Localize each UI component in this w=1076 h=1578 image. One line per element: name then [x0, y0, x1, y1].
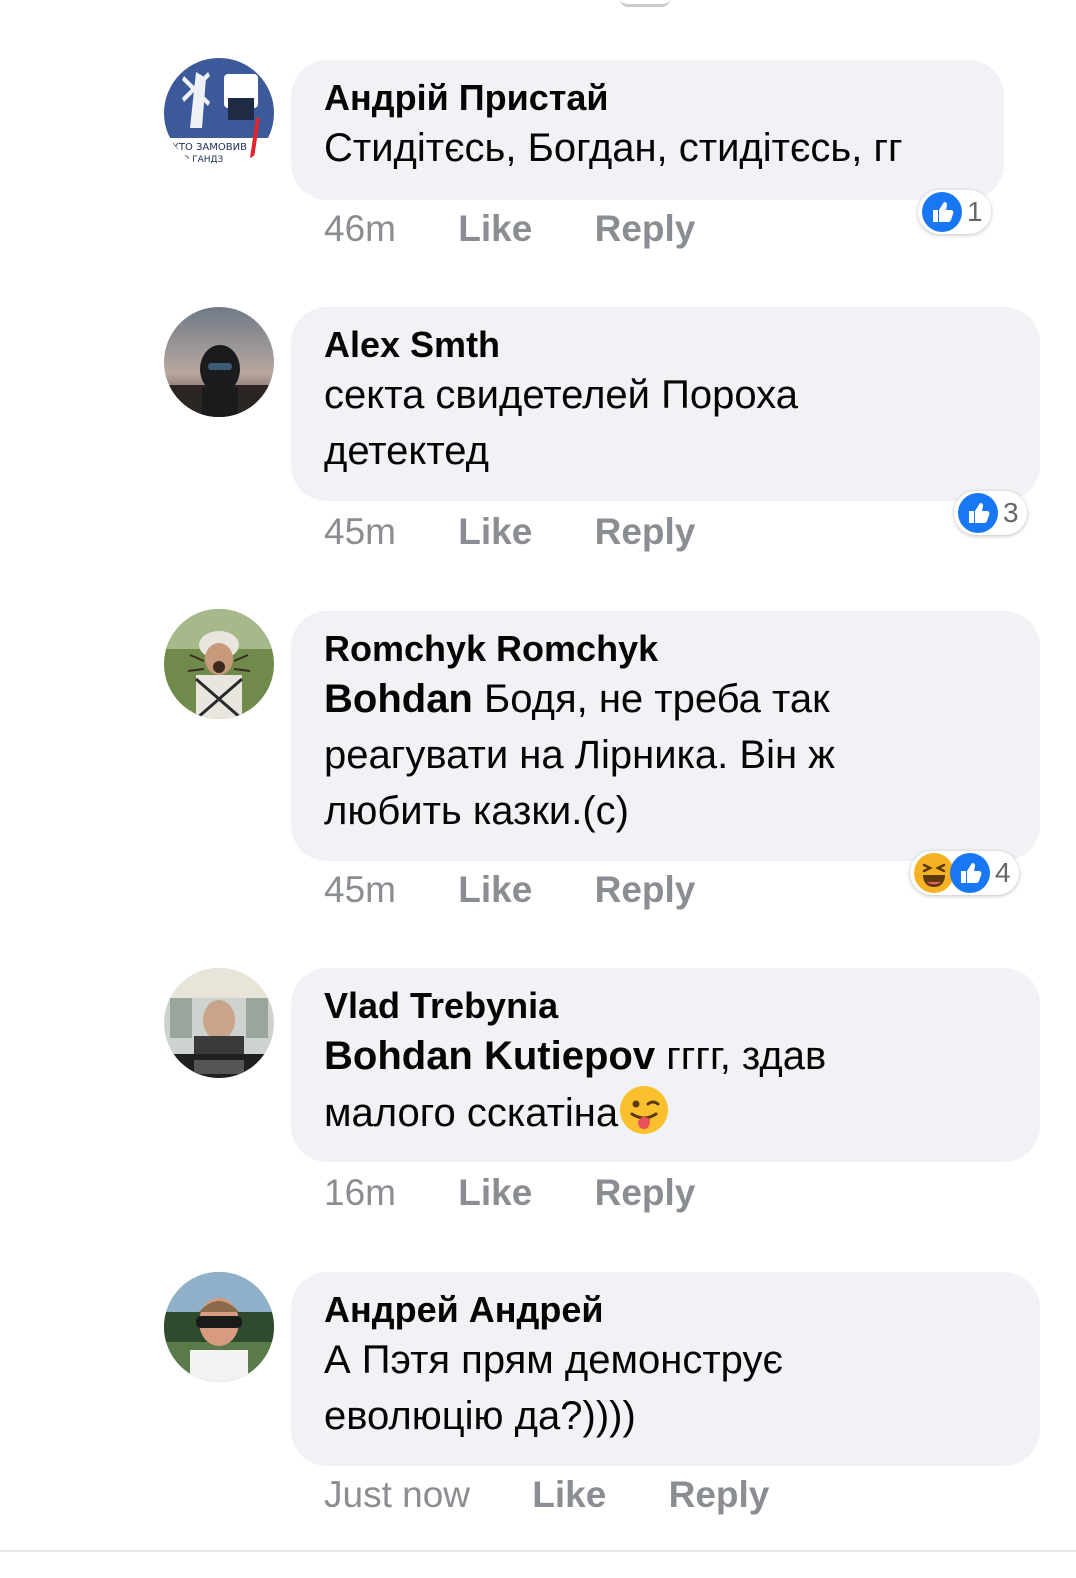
mention-link[interactable]: Bohdan: [324, 677, 473, 721]
avatar[interactable]: [164, 968, 274, 1078]
divider: [0, 1550, 1076, 1552]
comment-timestamp[interactable]: 46m: [324, 208, 396, 249]
comment-author[interactable]: Андрей Андрей: [324, 1288, 1007, 1332]
comment-author[interactable]: Vlad Trebynia: [324, 984, 1007, 1028]
comment-timestamp[interactable]: 16m: [324, 1172, 396, 1213]
comment-body: Стидітєсь, Богдан, стидітєсь, гг: [324, 126, 903, 170]
like-button[interactable]: Like: [458, 1172, 532, 1213]
like-icon: [958, 493, 998, 533]
reply-button[interactable]: Reply: [595, 869, 696, 910]
like-button[interactable]: Like: [458, 869, 532, 910]
comment-timestamp[interactable]: 45m: [324, 511, 396, 552]
svg-text:ХТО ЗАМОВИВ: ХТО ЗАМОВИВ: [172, 142, 247, 153]
reply-button[interactable]: Reply: [595, 511, 696, 552]
comment-text: Bohdan Бодя, не треба так реагувати на Л…: [324, 671, 924, 839]
comment-text: секта свидетелей Пороха детектед: [324, 367, 884, 479]
reaction-count: 3: [1003, 497, 1019, 528]
avatar-image: [164, 609, 274, 719]
comment-author[interactable]: Alex Smth: [324, 323, 1007, 367]
like-button[interactable]: Like: [458, 511, 532, 552]
reply-button[interactable]: Reply: [669, 1474, 770, 1515]
avatar-image: ХТО ЗАМОВИВ ТЮ ГАНДЗ: [164, 58, 274, 168]
comment-actions: 16m Like Reply: [324, 1172, 747, 1214]
reaction-count: 1: [967, 196, 983, 227]
like-icon: [922, 192, 962, 232]
avatar[interactable]: [164, 307, 274, 417]
winking-tongue-emoji-icon: [620, 1086, 669, 1134]
comment-bubble: Alex Smth секта свидетелей Пороха детект…: [291, 307, 1040, 501]
like-button[interactable]: Like: [532, 1474, 606, 1515]
comment-timestamp[interactable]: Just now: [324, 1474, 470, 1515]
reply-button[interactable]: Reply: [595, 208, 696, 249]
avatar[interactable]: [164, 609, 274, 719]
comment-text: А Пэтя прям демонструє еволюцію да?)))): [324, 1332, 884, 1444]
avatar-image: [164, 307, 274, 417]
comment-author[interactable]: Андрій Пристай: [324, 76, 971, 120]
reactions-summary[interactable]: 3: [954, 491, 1027, 535]
comment-actions: 46m Like Reply: [324, 208, 747, 250]
comment-timestamp[interactable]: 45m: [324, 869, 396, 910]
comment-text: Стидітєсь, Богдан, стидітєсь, гг: [324, 120, 971, 176]
comment-actions: 45m Like Reply: [324, 869, 747, 911]
comment-author[interactable]: Romchyk Romchyk: [324, 627, 1007, 671]
reactions-summary[interactable]: 4: [910, 851, 1019, 895]
comment-body: секта свидетелей Пороха детектед: [324, 373, 798, 473]
svg-text:ТЮ ГАНДЗ: ТЮ ГАНДЗ: [173, 155, 224, 165]
avatar[interactable]: ХТО ЗАМОВИВ ТЮ ГАНДЗ: [164, 58, 274, 168]
like-button[interactable]: Like: [458, 208, 532, 249]
like-icon: [950, 853, 990, 893]
reply-button[interactable]: Reply: [595, 1172, 696, 1213]
comment-actions: Just now Like Reply: [324, 1474, 821, 1516]
comment-actions: 45m Like Reply: [324, 511, 747, 553]
reply-thread-indicator: [620, 0, 670, 7]
avatar-image: [164, 1272, 274, 1382]
comment-bubble: Vlad Trebynia Bohdan Kutiepov гггг, здав…: [291, 968, 1040, 1162]
comment-text: Bohdan Kutiepov гггг, здав малого сскаті…: [324, 1028, 924, 1141]
mention-link[interactable]: Bohdan Kutiepov: [324, 1034, 655, 1078]
avatar[interactable]: [164, 1272, 274, 1382]
comment-body: А Пэтя прям демонструє еволюцію да?)))): [324, 1338, 783, 1438]
avatar-image: [164, 968, 274, 1078]
reaction-count: 4: [995, 857, 1011, 888]
comment-bubble: Андрій Пристай Стидітєсь, Богдан, стидіт…: [291, 60, 1004, 200]
comment-bubble: Андрей Андрей А Пэтя прям демонструє ево…: [291, 1272, 1040, 1466]
comment-bubble: Romchyk Romchyk Bohdan Бодя, не треба та…: [291, 611, 1040, 861]
reactions-summary[interactable]: 1: [918, 190, 991, 234]
